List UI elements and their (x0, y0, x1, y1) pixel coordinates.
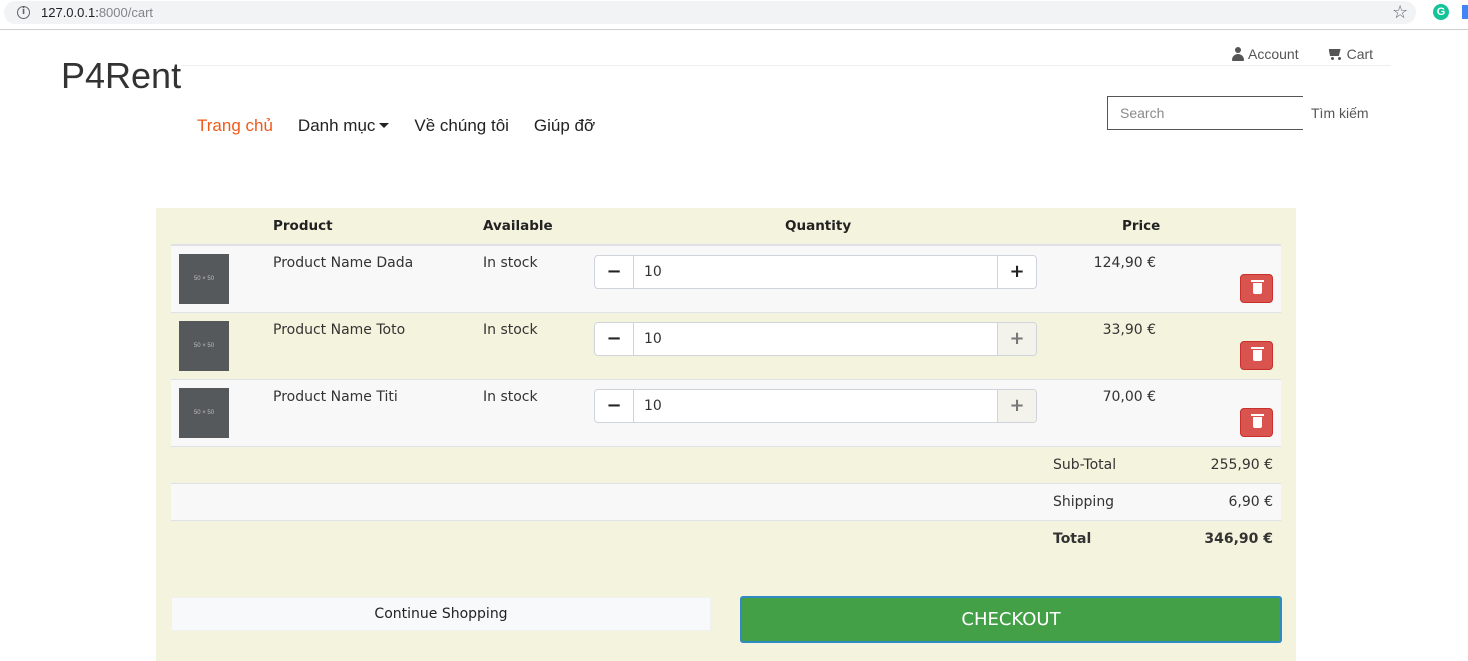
main-nav: Trang chủ Danh mục Về chúng tôi Giúp đỡ (197, 116, 595, 136)
url-path: 8000/cart (98, 5, 154, 20)
cart-label: Cart (1346, 46, 1374, 62)
subtotal-label: Sub-Total (1053, 457, 1117, 473)
quantity-input[interactable] (634, 390, 997, 422)
browser-address-bar: i 127.0.0.1:8000/cart ☆ G (0, 0, 1468, 30)
column-header-quantity: Quantity (785, 218, 852, 234)
quantity-stepper: − + (594, 389, 1037, 423)
column-header-available: Available (483, 218, 553, 234)
nav-categories[interactable]: Danh mục (297, 116, 390, 136)
info-icon[interactable]: i (17, 6, 30, 19)
remove-item-button[interactable] (1240, 274, 1273, 303)
account-label: Account (1248, 46, 1299, 62)
brand-logo[interactable]: P4Rent (61, 55, 181, 97)
top-links: Account Cart (1232, 46, 1373, 62)
subtotal-row: Sub-Total 255,90 € (171, 447, 1281, 484)
nav-about[interactable]: Về chúng tôi (414, 116, 509, 136)
cart-panel: Product Available Quantity Price 50 × 50… (156, 208, 1296, 661)
product-name[interactable]: Product Name Dada (273, 255, 413, 271)
product-thumbnail[interactable]: 50 × 50 (179, 388, 229, 438)
remove-item-button[interactable] (1240, 408, 1273, 437)
total-value: 346,90 € (1204, 531, 1273, 547)
increase-quantity-button[interactable]: + (997, 390, 1036, 422)
cart-link[interactable]: Cart (1327, 46, 1373, 62)
header-divider (181, 65, 1391, 66)
column-header-price: Price (1122, 218, 1161, 234)
product-thumbnail[interactable]: 50 × 50 (179, 254, 229, 304)
search-button[interactable]: Tìm kiếm (1303, 96, 1383, 130)
trash-icon (1251, 280, 1264, 294)
shopping-cart-icon (1327, 47, 1343, 61)
trash-icon (1251, 414, 1264, 428)
account-link[interactable]: Account (1232, 46, 1299, 62)
extension-icon[interactable] (1462, 5, 1468, 19)
nav-categories-label: Danh mục (297, 116, 376, 135)
product-thumbnail[interactable]: 50 × 50 (179, 321, 229, 371)
subtotal-value: 255,90 € (1210, 457, 1273, 473)
product-name[interactable]: Product Name Titi (273, 389, 398, 405)
continue-shopping-button[interactable]: Continue Shopping (171, 597, 711, 631)
total-label: Total (1053, 531, 1092, 547)
url-host: 127.0.0.1: (41, 5, 99, 20)
quantity-stepper: − + (594, 322, 1037, 356)
cart-item-row: 50 × 50 Product Name Toto In stock − + 3… (171, 313, 1281, 380)
increase-quantity-button[interactable]: + (997, 323, 1036, 355)
increase-quantity-button[interactable]: + (997, 256, 1036, 288)
nav-help[interactable]: Giúp đỡ (534, 116, 595, 136)
item-price: 33,90 € (1102, 322, 1156, 338)
product-name[interactable]: Product Name Toto (273, 322, 405, 338)
decrease-quantity-button[interactable]: − (595, 323, 634, 355)
url-bar[interactable]: i 127.0.0.1:8000/cart ☆ (4, 1, 1416, 24)
availability: In stock (483, 389, 538, 405)
decrease-quantity-button[interactable]: − (595, 256, 634, 288)
column-header-product: Product (273, 218, 333, 234)
shipping-value: 6,90 € (1228, 494, 1273, 510)
shipping-row: Shipping 6,90 € (171, 484, 1281, 521)
user-icon (1232, 47, 1244, 61)
caret-down-icon (379, 123, 390, 128)
search-input[interactable] (1107, 96, 1303, 130)
quantity-stepper: − + (594, 255, 1037, 289)
availability: In stock (483, 255, 538, 271)
checkout-button[interactable]: CHECKOUT (740, 596, 1282, 643)
trash-icon (1251, 347, 1264, 361)
quantity-input[interactable] (634, 323, 997, 355)
remove-item-button[interactable] (1240, 341, 1273, 370)
url-text[interactable]: 127.0.0.1:8000/cart (41, 5, 153, 20)
cart-item-row: 50 × 50 Product Name Titi In stock − + 7… (171, 380, 1281, 447)
cart-item-row: 50 × 50 Product Name Dada In stock − + 1… (171, 246, 1281, 313)
shipping-label: Shipping (1053, 494, 1115, 510)
total-row: Total 346,90 € (171, 521, 1281, 558)
grammarly-extension-icon[interactable]: G (1433, 4, 1449, 20)
availability: In stock (483, 322, 538, 338)
item-price: 124,90 € (1093, 255, 1156, 271)
item-price: 70,00 € (1102, 389, 1156, 405)
nav-home[interactable]: Trang chủ (197, 116, 273, 136)
bookmark-star-icon[interactable]: ☆ (1392, 2, 1408, 23)
decrease-quantity-button[interactable]: − (595, 390, 634, 422)
quantity-input[interactable] (634, 256, 997, 288)
